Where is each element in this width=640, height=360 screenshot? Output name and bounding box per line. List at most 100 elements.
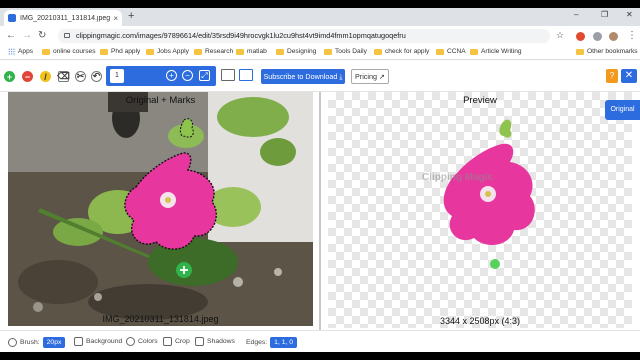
extension-icon[interactable] [576,32,585,41]
other-bookmarks-label: Other bookmarks [587,48,638,55]
scalpel-icon[interactable]: ✂ [75,71,86,82]
bookmark-item[interactable]: Article Writing [470,48,522,55]
help-button[interactable]: ? [606,69,618,83]
bookmark-star-icon[interactable]: ☆ [556,30,564,41]
favicon-icon [8,14,16,22]
image-dimensions: 3344 x 2508px (4:3) [439,316,521,326]
bookmark-item[interactable]: Jobs Apply [146,48,189,55]
bookmark-label: Tools Daily [335,48,367,55]
colors-icon [126,337,135,346]
close-window-button[interactable]: ✕ [626,10,633,19]
bookmark-label: Phd apply [111,48,141,55]
bookmark-label: Research [205,48,234,55]
colors-label: Colors [138,338,158,345]
original-marks-pane[interactable]: Original + Marks IMG_20210311_131814.jpe… [8,92,313,326]
apps-shortcut[interactable]: Apps [8,48,33,55]
bookmark-label: check for apply [385,48,430,55]
hair-brush-icon[interactable]: / [40,71,51,82]
subscribe-to-download-button[interactable]: Subscribe to Download ⤓ [261,69,345,84]
bookmark-label: Article Writing [481,48,522,55]
profile-avatar[interactable] [609,32,618,41]
close-editor-button[interactable]: ✕ [621,69,637,83]
watermark-text: Clipping Magic [422,172,494,183]
restore-button[interactable]: ❐ [601,10,608,19]
tab-close-icon[interactable]: × [113,14,118,23]
bookmark-item[interactable]: check for apply [374,48,429,55]
single-view-icon[interactable] [221,69,235,81]
apps-grid-icon [8,48,15,55]
new-tab-button[interactable]: + [128,10,134,22]
folder-icon [146,48,154,55]
split-view-icon[interactable] [239,69,253,81]
preview-cutout [443,119,535,269]
browser-tab[interactable]: IMG_20210311_131814.jpeg - Cl × [4,10,122,26]
folder-icon [100,48,108,55]
shadows-label: Shadows [207,338,235,345]
zoom-in-icon[interactable]: + [166,70,177,81]
bookmark-item[interactable]: Phd apply [100,48,140,55]
apps-label: Apps [18,48,34,55]
bookmarks-bar: Apps online courses Phd apply Jobs Apply… [0,46,640,60]
edges-label: Edges: [246,339,268,346]
bookmark-label: matlab [247,48,267,55]
bookmark-item[interactable]: Research [194,48,233,55]
edges-control[interactable]: Edges: 1, 1, 0 [246,337,298,348]
folder-icon [436,48,444,55]
bookmark-item[interactable]: CCNA [436,48,466,55]
bottom-toolbar: Brush: 20px Background Colors Crop Shado… [0,330,640,352]
brush-icon [8,338,17,347]
brush-size-value[interactable]: 20px [42,337,66,348]
extension-puzzle-icon[interactable] [593,32,602,41]
pricing-button[interactable]: Pricing ↗ [351,69,389,84]
brush-size-control[interactable]: Brush: 20px [8,337,66,348]
editor-toolbar: + − / ⌫ ✂ ↶ 1 + − ⤢ Subscribe to Downloa… [0,60,640,92]
colors-button[interactable]: Colors [126,337,158,346]
folder-icon [42,48,50,55]
zoom-out-icon[interactable]: − [182,70,193,81]
background-label: Background [86,338,123,345]
brush-label: Brush: [20,339,40,346]
bookmark-item[interactable]: Designing [276,48,316,55]
other-bookmarks[interactable]: Other bookmarks [576,48,638,55]
folder-icon [236,48,244,55]
shadows-button[interactable]: Shadows [195,337,235,346]
folder-icon [576,48,584,55]
pane-divider[interactable] [319,92,321,332]
keep-brush-icon[interactable]: + [4,71,15,82]
reload-icon[interactable]: ↻ [38,30,46,41]
original-side-tab[interactable]: Original [605,100,640,120]
original-photo [8,92,313,326]
zoom-select[interactable]: 1 [110,69,124,83]
eraser-icon[interactable]: ⌫ [57,71,70,82]
bookmark-label: Designing [287,48,317,55]
original-marks-title: Original + Marks [125,95,196,106]
shadows-icon [195,337,204,346]
folder-icon [324,48,332,55]
preview-pane[interactable]: Preview Clipping Magic 3344 x 2508px (4:… [328,92,632,328]
remove-brush-icon[interactable]: − [22,71,33,82]
bookmark-item[interactable]: online courses [42,48,96,55]
bookmark-label: online courses [53,48,96,55]
folder-icon [470,48,478,55]
minimize-button[interactable]: – [574,10,578,19]
bookmark-label: CCNA [447,48,466,55]
view-controls: 1 + − ⤢ [106,66,216,86]
menu-icon[interactable]: ⋮ [627,30,637,41]
bookmark-item[interactable]: Tools Daily [324,48,367,55]
back-icon[interactable]: ← [6,30,16,41]
fit-view-icon[interactable]: ⤢ [199,70,210,81]
filename-label: IMG_20210311_131814.jpeg [102,314,219,324]
crop-label: Crop [175,338,190,345]
background-icon [74,337,83,346]
lock-icon [64,33,70,38]
bookmark-item[interactable]: matlab [236,48,267,55]
undo-icon[interactable]: ↶ [91,71,102,82]
edges-value[interactable]: 1, 1, 0 [270,337,298,348]
background-button[interactable]: Background [74,337,122,346]
forward-icon[interactable]: → [22,30,32,41]
screen: IMG_20210311_131814.jpeg - Cl × + – ❐ ✕ … [0,0,640,360]
address-bar[interactable]: clippingmagic.com/images/97896614/edit/3… [58,29,550,43]
tab-strip: IMG_20210311_131814.jpeg - Cl × + – ❐ ✕ [0,8,640,26]
browser-toolbar: ← → ↻ clippingmagic.com/images/97896614/… [0,26,640,46]
crop-button[interactable]: Crop [163,337,190,346]
